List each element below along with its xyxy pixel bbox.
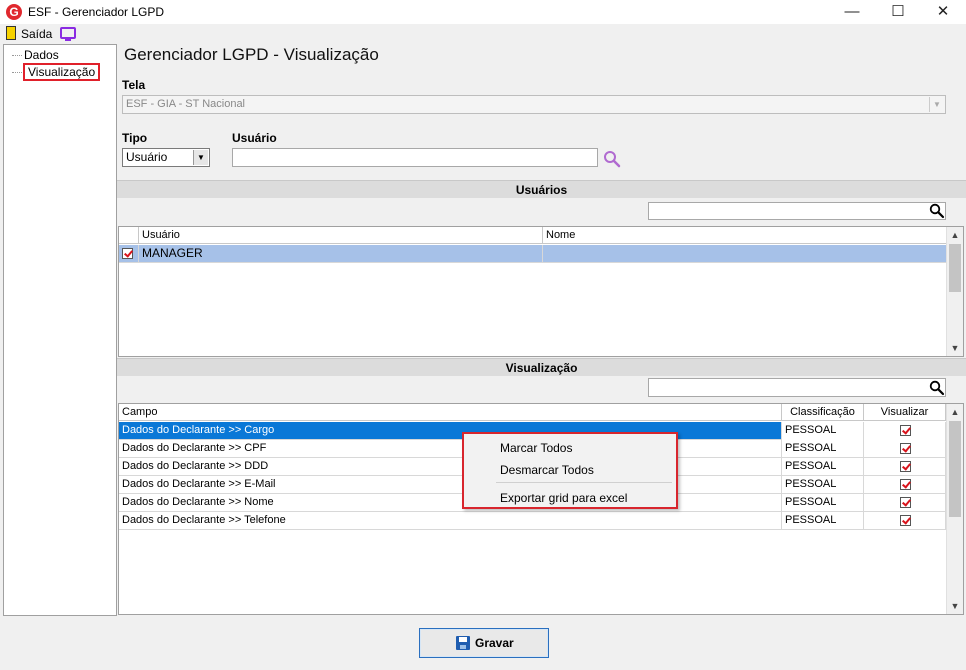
app-logo-icon: G <box>6 4 22 20</box>
usuarios-vertical-scrollbar[interactable]: ▲ ▼ <box>946 227 963 356</box>
context-menu: Marcar Todos Desmarcar Todos Exportar gr… <box>462 432 678 509</box>
navigation-tree: Dados Visualização <box>3 44 117 616</box>
visualizar-checkbox[interactable] <box>900 515 911 526</box>
menu-separator <box>496 482 672 483</box>
column-header-nome[interactable]: Nome <box>543 227 948 244</box>
search-icon[interactable] <box>929 203 945 219</box>
monitor-icon[interactable] <box>60 27 76 41</box>
visualizar-checkbox[interactable] <box>900 443 911 454</box>
table-row[interactable]: Dados do Declarante >> Telefone PESSOAL <box>119 512 946 530</box>
usuario-label: Usuário <box>232 131 277 145</box>
tipo-select[interactable]: Usuário ▼ <box>122 148 210 167</box>
row-checkbox[interactable] <box>122 248 133 259</box>
usuarios-section-header: Usuários <box>117 180 966 198</box>
page-title: Gerenciador LGPD - Visualização <box>124 45 379 64</box>
campo-cell: Dados do Declarante >> E-Mail <box>119 476 782 494</box>
menu-bar <box>0 24 966 44</box>
minimize-button[interactable]: — <box>829 0 875 24</box>
visualizar-cell <box>864 422 946 440</box>
tree-connector <box>12 72 22 73</box>
classificacao-cell: PESSOAL <box>782 458 864 476</box>
usuario-input[interactable] <box>232 148 598 167</box>
campo-cell: Dados do Declarante >> Telefone <box>119 512 782 530</box>
menu-item-marcar-todos[interactable]: Marcar Todos <box>500 441 572 455</box>
search-icon[interactable] <box>603 150 621 168</box>
save-button[interactable]: Gravar <box>419 628 549 658</box>
visualizar-cell <box>864 494 946 512</box>
visualizar-checkbox[interactable] <box>900 479 911 490</box>
table-row[interactable]: MANAGER <box>119 245 948 263</box>
scroll-up-arrow-icon[interactable]: ▲ <box>947 405 963 419</box>
usuarios-grid: Usuário Nome MANAGER ▲ ▼ <box>118 226 964 357</box>
scroll-down-arrow-icon[interactable]: ▼ <box>947 341 963 355</box>
scroll-up-arrow-icon[interactable]: ▲ <box>947 228 963 242</box>
tela-select-value: ESF - GIA - ST Nacional <box>126 98 246 110</box>
save-button-label: Gravar <box>475 636 514 650</box>
visualizar-cell <box>864 476 946 494</box>
classificacao-cell: PESSOAL <box>782 476 864 494</box>
column-header-campo[interactable]: Campo <box>119 404 782 421</box>
visualizar-cell <box>864 458 946 476</box>
visualizar-cell <box>864 512 946 530</box>
row-checkbox-cell <box>119 245 139 263</box>
window-title: ESF - Gerenciador LGPD <box>28 5 165 19</box>
usuarios-search-input[interactable] <box>648 202 946 220</box>
menu-item-exportar-excel[interactable]: Exportar grid para excel <box>500 491 627 505</box>
campo-cell: Dados do Declarante >> DDD <box>119 458 782 476</box>
visualizacao-grid-header: Campo Classificação Visualizar <box>119 404 946 421</box>
menu-item-desmarcar-todos[interactable]: Desmarcar Todos <box>500 463 594 477</box>
chevron-down-icon[interactable]: ▼ <box>193 150 208 165</box>
scroll-thumb[interactable] <box>949 421 961 517</box>
search-icon[interactable] <box>929 380 945 396</box>
visualizar-checkbox[interactable] <box>900 461 911 472</box>
exit-door-icon[interactable] <box>6 26 16 40</box>
classificacao-cell: PESSOAL <box>782 422 864 440</box>
campo-cell: Dados do Declarante >> Cargo <box>119 422 782 440</box>
classificacao-cell: PESSOAL <box>782 494 864 512</box>
maximize-button[interactable]: ☐ <box>875 0 921 24</box>
campo-cell: Dados do Declarante >> CPF <box>119 440 782 458</box>
classificacao-cell: PESSOAL <box>782 512 864 530</box>
visualizacao-vertical-scrollbar[interactable]: ▲ ▼ <box>946 404 963 614</box>
column-header-check <box>119 227 139 244</box>
title-bar: G ESF - Gerenciador LGPD — ☐ ✕ <box>0 0 966 24</box>
tipo-select-value: Usuário <box>126 150 168 164</box>
tela-select: ESF - GIA - ST Nacional ▼ <box>122 95 946 114</box>
tree-item-dados[interactable]: Dados <box>24 48 59 62</box>
scroll-thumb[interactable] <box>949 244 961 292</box>
campo-cell: Dados do Declarante >> Nome <box>119 494 782 512</box>
usuario-cell: MANAGER <box>139 245 543 263</box>
column-header-visualizar[interactable]: Visualizar <box>864 404 946 421</box>
classificacao-cell: PESSOAL <box>782 440 864 458</box>
visualizar-checkbox[interactable] <box>900 497 911 508</box>
visualizar-cell <box>864 440 946 458</box>
scroll-down-arrow-icon[interactable]: ▼ <box>947 599 963 613</box>
usuarios-grid-header: Usuário Nome <box>119 227 948 244</box>
nome-cell <box>543 245 948 263</box>
visualizacao-search-input[interactable] <box>648 378 946 397</box>
close-button[interactable]: ✕ <box>920 0 966 24</box>
exit-menu-item[interactable]: Saída <box>21 27 52 41</box>
tela-label: Tela <box>122 78 146 92</box>
tree-connector <box>12 55 22 56</box>
column-header-usuario[interactable]: Usuário <box>139 227 543 244</box>
column-header-classificacao[interactable]: Classificação <box>782 404 864 421</box>
visualizacao-section-header: Visualização <box>117 358 966 376</box>
tree-item-visualizacao[interactable]: Visualização <box>23 63 101 81</box>
floppy-disk-icon <box>456 636 470 650</box>
tipo-label: Tipo <box>122 131 148 145</box>
visualizar-checkbox[interactable] <box>900 425 911 436</box>
chevron-down-icon: ▼ <box>929 97 944 112</box>
